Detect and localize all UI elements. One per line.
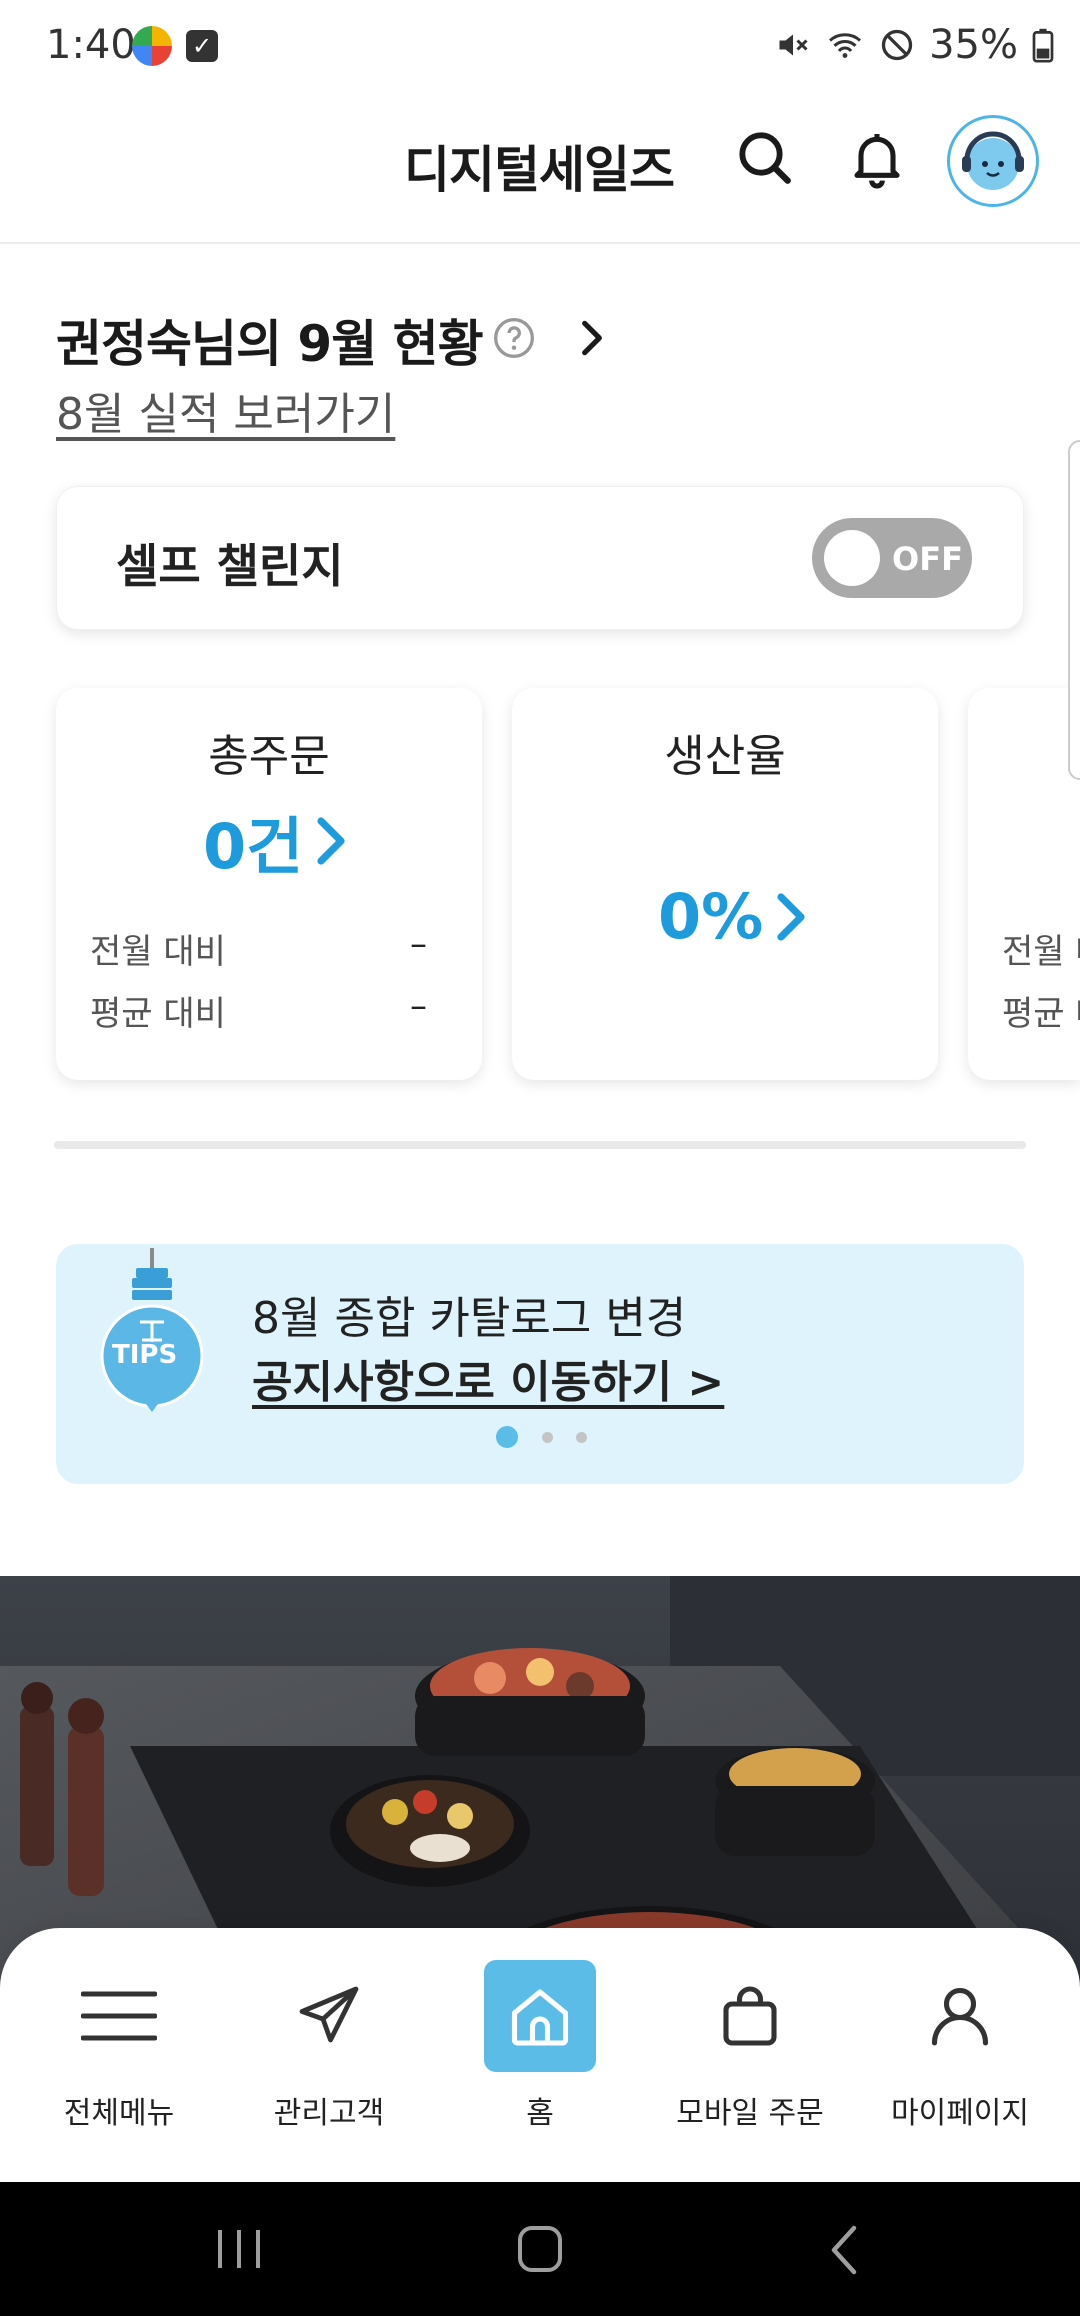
row-label: 전월 대비 (90, 932, 226, 972)
app-notification-icon (132, 26, 172, 66)
battery-percent: 35% (929, 22, 1018, 68)
status-time: 1:40 (46, 22, 136, 68)
wifi-icon (829, 33, 862, 58)
bell-icon (854, 134, 900, 189)
nav-label: 전체메뉴 (63, 2096, 175, 2131)
notice-link[interactable]: 공지사항으로 이동하기 > (252, 1346, 724, 1410)
carousel-dot[interactable] (576, 1432, 587, 1443)
notification-button[interactable] (837, 118, 917, 198)
person-icon (904, 1960, 1016, 2072)
tips-badge-text: TIPS (112, 1340, 178, 1370)
do-not-disturb-icon (881, 29, 913, 61)
status-bar: 1:40 ✓ 35% (0, 0, 1080, 96)
toggle-knob (824, 530, 880, 586)
third-stat-card[interactable]: 전월 대 평균 대 (968, 688, 1080, 1080)
nav-mobile-order[interactable]: 모바일 주문 (650, 1960, 850, 2150)
nav-label: 관리고객 (273, 2096, 385, 2131)
row-value: – (410, 924, 427, 964)
nav-my-page[interactable]: 마이페이지 (860, 1960, 1060, 2150)
nav-managed-customers[interactable]: 관리고객 (229, 1960, 429, 2150)
status-indicators: 35% (775, 22, 1054, 68)
nav-label: 모바일 주문 (676, 2096, 824, 2131)
system-navigation-bar (0, 2182, 1080, 2316)
card-value: 0건 (203, 810, 304, 883)
avatar-mascot-icon (962, 131, 1024, 190)
menu-icon (63, 1960, 175, 2072)
nav-label: 홈 (526, 2096, 554, 2131)
tips-headline: 8월 종합 카탈로그 변경 (252, 1293, 687, 1344)
row-label: 전월 대 (1002, 932, 1080, 972)
chevron-right-icon[interactable] (572, 316, 612, 360)
battery-icon (1032, 28, 1054, 63)
production-rate-card[interactable]: 생산율 0% (512, 688, 938, 1080)
total-orders-card[interactable]: 총주문 0건 전월 대비 – 평균 대비 – (56, 688, 482, 1080)
total-orders-value[interactable]: 0건 (203, 796, 349, 886)
nav-label: 마이페이지 (891, 2096, 1029, 2131)
avatar[interactable] (947, 115, 1039, 207)
chevron-right-icon (317, 817, 345, 865)
help-icon[interactable] (492, 316, 536, 360)
carousel-dot[interactable] (542, 1432, 553, 1443)
mute-icon (779, 34, 808, 56)
card-value: 0% (658, 880, 764, 953)
card-title: 총주문 (208, 731, 330, 782)
carousel-dot-active[interactable] (496, 1426, 518, 1448)
row-value: – (410, 986, 427, 1026)
checkbox-notification-icon: ✓ (186, 30, 218, 62)
paper-plane-icon (273, 1960, 385, 2072)
app-title: 디지털세일즈 (404, 141, 675, 199)
side-handle[interactable] (1068, 440, 1080, 780)
chevron-right-icon (777, 892, 805, 941)
shopping-bag-icon (694, 1960, 806, 2072)
card-title: 생산율 (664, 731, 786, 782)
previous-month-link[interactable]: 8월 실적 보러가기 (56, 378, 395, 442)
carousel-scrollbar (54, 1141, 1026, 1149)
nav-all-menu[interactable]: 전체메뉴 (19, 1960, 219, 2150)
production-rate-value[interactable]: 0% (658, 880, 809, 953)
tips-lightbulb-icon (100, 1248, 204, 1412)
toggle-state-text: OFF (892, 540, 963, 578)
row-label: 평균 대비 (90, 994, 226, 1034)
search-button[interactable] (725, 118, 805, 198)
self-challenge-label: 셀프 챌린지 (116, 539, 344, 593)
back-icon[interactable] (824, 2224, 864, 2276)
search-icon (739, 132, 791, 184)
nav-home[interactable]: 홈 (440, 1960, 640, 2150)
row-label: 평균 대 (1002, 994, 1080, 1034)
status-title: 권정숙님의 9월 현황 (56, 315, 484, 373)
recent-apps-icon[interactable] (214, 2226, 264, 2272)
home-system-icon[interactable] (516, 2224, 564, 2274)
home-icon (484, 1960, 596, 2072)
